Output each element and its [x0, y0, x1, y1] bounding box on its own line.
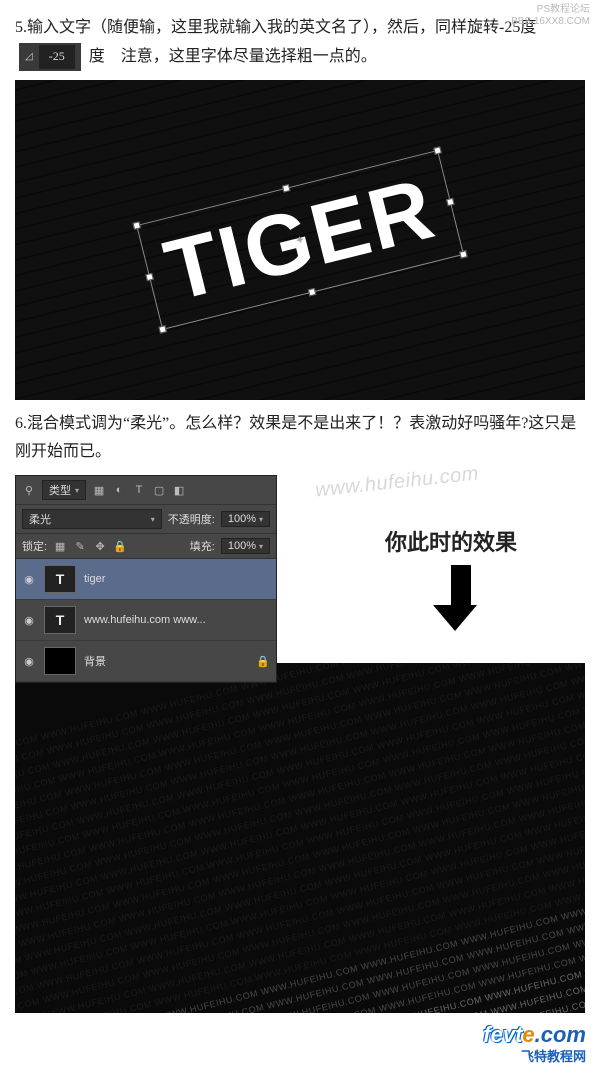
kind-label: 类型 [49, 482, 71, 498]
filter-pixel-icon[interactable]: ▦ [92, 484, 106, 497]
step5-instruction: 5.输入文字（随便输，这里我就输入我的英文名了），然后，同样旋转-25度 ◿ -… [15, 14, 585, 72]
chevron-down-icon: ▾ [259, 515, 263, 524]
lock-row: 锁定: ▦ ✎ ✥ 🔒 填充: 100% ▾ [16, 534, 276, 559]
chevron-down-icon: ▾ [259, 542, 263, 551]
lock-label: 锁定: [22, 538, 47, 554]
handle-bl[interactable] [158, 325, 166, 333]
layer-thumb [44, 647, 76, 675]
layer-list: ◉ T tiger ◉ T www.hufeihu.com www... ◉ 背… [16, 559, 276, 682]
lock-trans-icon[interactable]: ▦ [53, 540, 67, 553]
brand-sub: 飞特教程网 [483, 1046, 586, 1065]
chevron-down-icon: ▾ [75, 486, 79, 495]
top-watermark: PS教程论坛 BBS.16XX8.COM [511, 4, 590, 28]
rotate-input[interactable]: ◿ -25 [19, 43, 81, 71]
effect-label: 你此时的效果 [385, 525, 517, 557]
layer-url-text[interactable]: ◉ T www.hufeihu.com www... [16, 600, 276, 641]
result-stripes: WWW.HUFEIHU.COM WWW.HUFEIHU.COM WWW.HUFE… [15, 663, 585, 1013]
wm-line1: PS教程论坛 [511, 4, 590, 16]
eye-icon[interactable]: ◉ [22, 614, 36, 627]
layer-name: tiger [84, 573, 105, 585]
filter-type-icon[interactable]: T [132, 484, 146, 496]
fill-input[interactable]: 100% ▾ [221, 538, 270, 554]
arrow-down-icon [445, 565, 477, 631]
wm-line2: BBS.16XX8.COM [511, 16, 590, 28]
step6-instruction: 6.混合模式调为“柔光”。怎么样？效果是不是出来了！？表激动好吗骚年?这只是刚开… [15, 410, 585, 468]
brand-text: fevte.com [483, 1022, 586, 1048]
handle-ml[interactable] [145, 272, 153, 280]
opacity-value: 100% [228, 513, 256, 525]
lock-all-icon[interactable]: 🔒 [113, 540, 127, 553]
layer-kind-select[interactable]: 类型 ▾ [42, 480, 86, 500]
filter-adjust-icon[interactable]: ◐ [112, 484, 126, 496]
opacity-label: 不透明度: [168, 511, 215, 527]
angle-icon: ◿ [25, 48, 33, 66]
layer-thumb: T [44, 606, 76, 634]
chevron-down-icon: ▾ [151, 515, 155, 524]
brand-c: .com [535, 1022, 586, 1047]
blend-row: 柔光 ▾ 不透明度: 100% ▾ [16, 505, 276, 534]
filter-shape-icon[interactable]: ▢ [152, 484, 166, 497]
layer-tiger[interactable]: ◉ T tiger [16, 559, 276, 600]
lock-pos-icon[interactable]: ✥ [93, 540, 107, 553]
handle-br[interactable] [459, 250, 467, 258]
degree-label: 度 [89, 48, 105, 65]
opacity-input[interactable]: 100% ▾ [221, 511, 270, 527]
canvas-result: WWW.HUFEIHU.COM WWW.HUFEIHU.COM WWW.HUFE… [15, 663, 585, 1013]
brand-f: fevt [483, 1022, 522, 1047]
filter-smart-icon[interactable]: ◧ [172, 484, 186, 497]
layer-background[interactable]: ◉ 背景 🔒 [16, 641, 276, 682]
eye-icon[interactable]: ◉ [22, 573, 36, 586]
fill-value: 100% [228, 540, 256, 552]
search-icon: ⚲ [22, 484, 36, 497]
footer-logo: fevte.com 飞特教程网 [483, 1022, 586, 1065]
handle-tl[interactable] [133, 221, 141, 229]
fill-label: 填充: [190, 538, 215, 554]
step5-suffix: 注意，这里字体尽量选择粗一点的。 [121, 48, 377, 65]
brand-e: e [522, 1022, 534, 1047]
lock-icon: 🔒 [256, 655, 270, 668]
blend-mode-select[interactable]: 柔光 ▾ [22, 509, 162, 529]
step6-text: 6.混合模式调为“柔光”。怎么样？效果是不是出来了！？表激动好吗骚年?这只是刚开… [15, 415, 576, 461]
handle-tm[interactable] [282, 184, 290, 192]
eye-icon[interactable]: ◉ [22, 655, 36, 668]
canvas-tiger: TIGER ✦ [15, 80, 585, 400]
blend-mode-value: 柔光 [29, 511, 51, 527]
layer-name: www.hufeihu.com www... [84, 614, 206, 626]
layers-panel: ⚲ 类型 ▾ ▦ ◐ T ▢ ◧ 柔光 ▾ 不透明度: 100% [15, 475, 277, 683]
layers-filter-row: ⚲ 类型 ▾ ▦ ◐ T ▢ ◧ [16, 476, 276, 505]
layer-name: 背景 [84, 653, 106, 669]
rotate-value: -25 [39, 45, 75, 69]
lock-paint-icon[interactable]: ✎ [73, 540, 87, 553]
layer-thumb: T [44, 565, 76, 593]
watermark-url: www.hufeihu.com [314, 463, 480, 503]
bottom-area: www.hufeihu.com ⚲ 类型 ▾ ▦ ◐ T ▢ ◧ 柔光 ▾ 不透… [15, 475, 585, 1013]
handle-mr[interactable] [446, 197, 454, 205]
handle-tr[interactable] [433, 146, 441, 154]
handle-bm[interactable] [308, 287, 316, 295]
step5-prefix: 5.输入文字（随便输，这里我就输入我的英文名了），然后，同样旋转-25度 [15, 19, 536, 36]
